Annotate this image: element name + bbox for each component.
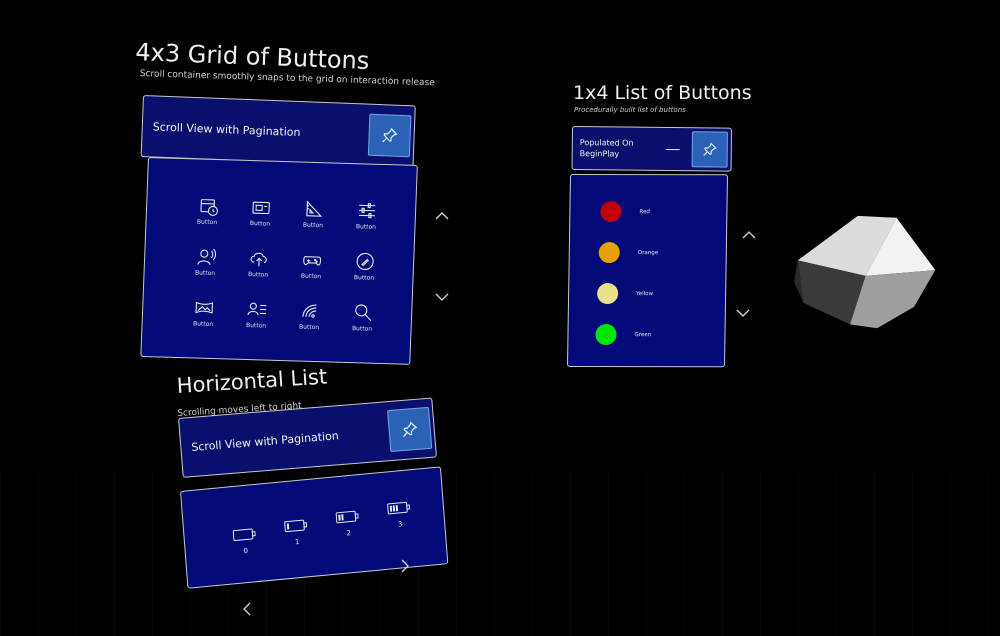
color-button-label: Green: [634, 331, 652, 338]
color-button-label: Yellow: [636, 290, 654, 297]
color-button-yellow[interactable]: Yellow: [596, 283, 654, 305]
list-header-bar: Populated On BeginPlay: [571, 126, 732, 172]
color-button-orange[interactable]: Orange: [598, 242, 659, 264]
list-scroll-up-arrow[interactable]: [741, 227, 757, 243]
color-swatch: [596, 283, 619, 305]
list-header-label-line1: Populated On: [579, 138, 634, 148]
color-list: Red Orange Yellow Green: [568, 175, 727, 366]
color-swatch: [595, 324, 617, 346]
minus-icon[interactable]: [665, 148, 680, 150]
list-pin-button[interactable]: [691, 131, 728, 168]
color-button-label: Orange: [637, 249, 659, 256]
color-swatch: [600, 201, 622, 223]
pin-icon: [703, 142, 717, 156]
list-header-label-line2: BeginPlay: [579, 149, 620, 159]
list-panel: Red Orange Yellow Green: [566, 174, 729, 368]
color-button-red[interactable]: Red: [600, 201, 650, 223]
color-button-green[interactable]: Green: [595, 324, 652, 346]
color-button-label: Red: [639, 208, 650, 215]
list-subtitle: Procedurally built list of buttons: [574, 106, 686, 114]
3d-polyhedron-model[interactable]: [790, 210, 945, 336]
list-title: 1x4 List of Buttons: [573, 82, 752, 104]
list-scroll-down-arrow[interactable]: [735, 305, 751, 321]
color-swatch: [598, 242, 620, 264]
